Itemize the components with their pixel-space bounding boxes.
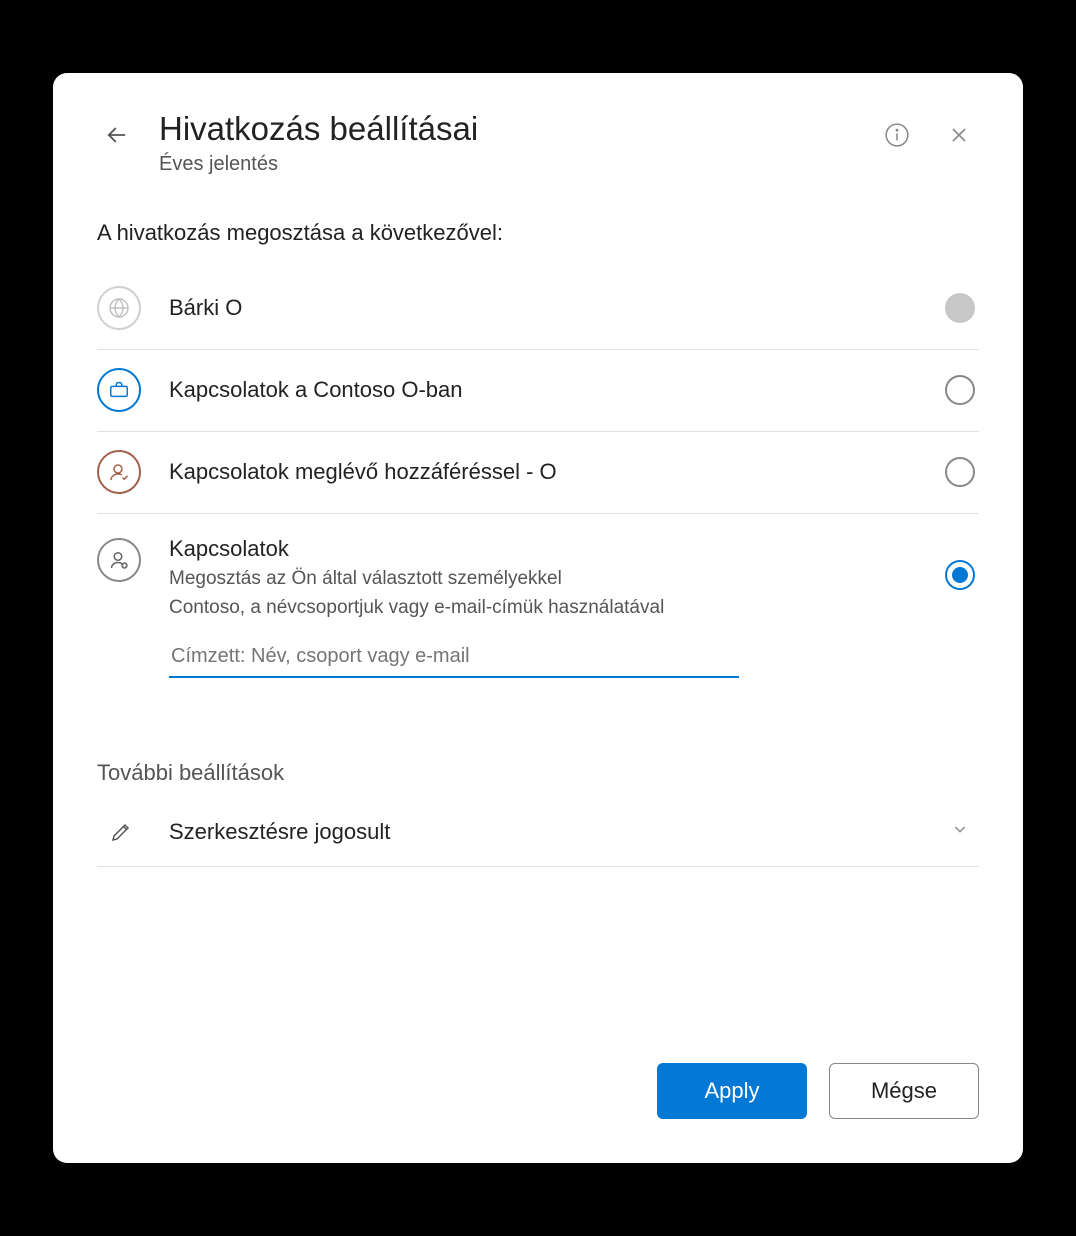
recipient-input[interactable] [169,637,739,678]
close-icon [947,123,971,147]
share-option-specific-people[interactable]: Kapcsolatok Megosztás az Ön által válasz… [97,514,979,704]
dialog-subtitle: Éves jelentés [159,153,855,176]
dialog-footer: Apply Mégse [97,1023,979,1119]
arrow-left-icon [103,121,131,149]
back-button[interactable] [97,115,137,155]
cancel-button[interactable]: Mégse [829,1063,979,1119]
apply-button[interactable]: Apply [657,1063,807,1119]
info-button[interactable] [877,115,917,155]
link-settings-dialog: Hivatkozás beállításai Éves jelentés A h… [53,73,1023,1163]
globe-icon [97,286,141,330]
person-add-icon [97,538,141,582]
radio-disabled [945,293,975,323]
more-settings-section: További beállítások Szerkesztésre jogosu… [97,760,979,867]
permission-label: Szerkesztésre jogosult [169,819,921,845]
share-option-org[interactable]: Kapcsolatok a Contoso O-ban [97,350,979,432]
share-section-label: A hivatkozás megosztása a következővel: [97,220,979,246]
briefcase-icon [97,368,141,412]
radio-unselected[interactable] [945,457,975,487]
share-option-label: Bárki O [169,295,917,321]
share-option-subtext: Megosztás az Ön által választott személy… [169,566,917,592]
info-icon [884,122,910,148]
share-option-existing-access[interactable]: Kapcsolatok meglévő hozzáféréssel - O [97,432,979,514]
chevron-down-icon [949,818,971,845]
dialog-title: Hivatkozás beállításai [159,109,855,149]
share-option-anyone[interactable]: Bárki O [97,268,979,350]
person-check-icon [97,450,141,494]
permission-dropdown[interactable]: Szerkesztésre jogosult [97,800,979,867]
dialog-header: Hivatkozás beállításai Éves jelentés [97,109,979,176]
share-option-label: Kapcsolatok a Contoso O-ban [169,377,917,403]
share-option-subtext: Contoso, a névcsoportjuk vagy e-mail-cím… [169,595,917,621]
radio-selected[interactable] [945,560,975,590]
more-settings-title: További beállítások [97,760,979,786]
share-option-label: Kapcsolatok [169,536,917,562]
radio-unselected[interactable] [945,375,975,405]
share-option-list: Bárki O Kapcsolatok a Contoso O-ban Kapc… [97,268,979,704]
title-block: Hivatkozás beállításai Éves jelentés [159,109,855,176]
pencil-icon [101,812,141,852]
close-button[interactable] [939,115,979,155]
share-option-label: Kapcsolatok meglévő hozzáféréssel - O [169,459,917,485]
